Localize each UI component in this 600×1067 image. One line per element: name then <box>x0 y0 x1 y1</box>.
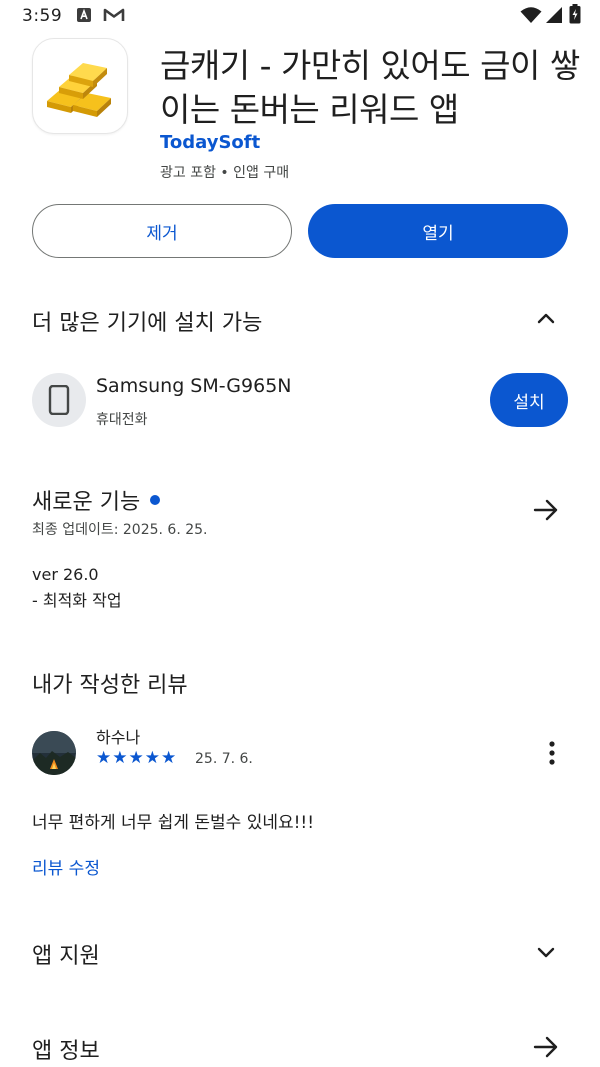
reviewer-name: 하수나 <box>96 728 141 747</box>
app-info-title[interactable]: 앱 정보 <box>32 1033 100 1065</box>
uninstall-button[interactable]: 제거 <box>32 204 292 258</box>
open-button[interactable]: 열기 <box>308 204 568 258</box>
review-date: 25. 7. 6. <box>195 751 253 767</box>
wifi-icon <box>520 6 542 28</box>
whats-new-header[interactable]: 새로운 기능 <box>32 484 161 516</box>
app-title: 금캐기 - 가만히 있어도 금이 쌓이는 돈버는 리워드 앱 <box>160 46 580 129</box>
more-vert-icon[interactable] <box>540 740 564 770</box>
a-badge-icon <box>76 7 92 27</box>
version-text: ver 26.0 <box>32 565 99 584</box>
device-name: Samsung SM-G965N <box>96 375 292 397</box>
developer-link[interactable]: TodaySoft <box>160 132 260 153</box>
app-icon <box>32 38 128 134</box>
phone-icon <box>32 373 86 427</box>
chevron-up-icon[interactable] <box>536 309 556 333</box>
last-updated: 최종 업데이트: 2025. 6. 25. <box>32 522 208 538</box>
new-indicator-dot <box>150 495 161 505</box>
arrow-right-icon[interactable] <box>533 498 559 526</box>
my-review-title: 내가 작성한 리뷰 <box>32 673 188 698</box>
avatar <box>32 731 76 775</box>
more-devices-title: 더 많은 기기에 설치 가능 <box>32 311 263 336</box>
app-meta: 광고 포함 • 인앱 구매 <box>160 165 290 181</box>
review-text: 너무 편하게 너무 쉽게 돈벌수 있네요!!! <box>32 813 315 833</box>
install-button[interactable]: 설치 <box>490 373 568 427</box>
release-notes: - 최적화 작업 <box>32 591 122 610</box>
app-support-title[interactable]: 앱 지원 <box>32 938 100 970</box>
status-time: 3:59 <box>22 6 63 26</box>
star-rating: ★★★★★ <box>96 748 178 768</box>
battery-icon <box>569 4 581 28</box>
signal-icon <box>545 6 563 28</box>
edit-review-link[interactable]: 리뷰 수정 <box>32 854 100 879</box>
whats-new-title: 새로운 기능 <box>32 490 141 515</box>
device-type: 휴대전화 <box>96 412 148 428</box>
chevron-down-icon[interactable] <box>536 942 556 966</box>
app-info-arrow-icon[interactable] <box>533 1035 559 1063</box>
gold-bars-icon <box>47 63 111 117</box>
gmail-icon <box>103 7 125 27</box>
